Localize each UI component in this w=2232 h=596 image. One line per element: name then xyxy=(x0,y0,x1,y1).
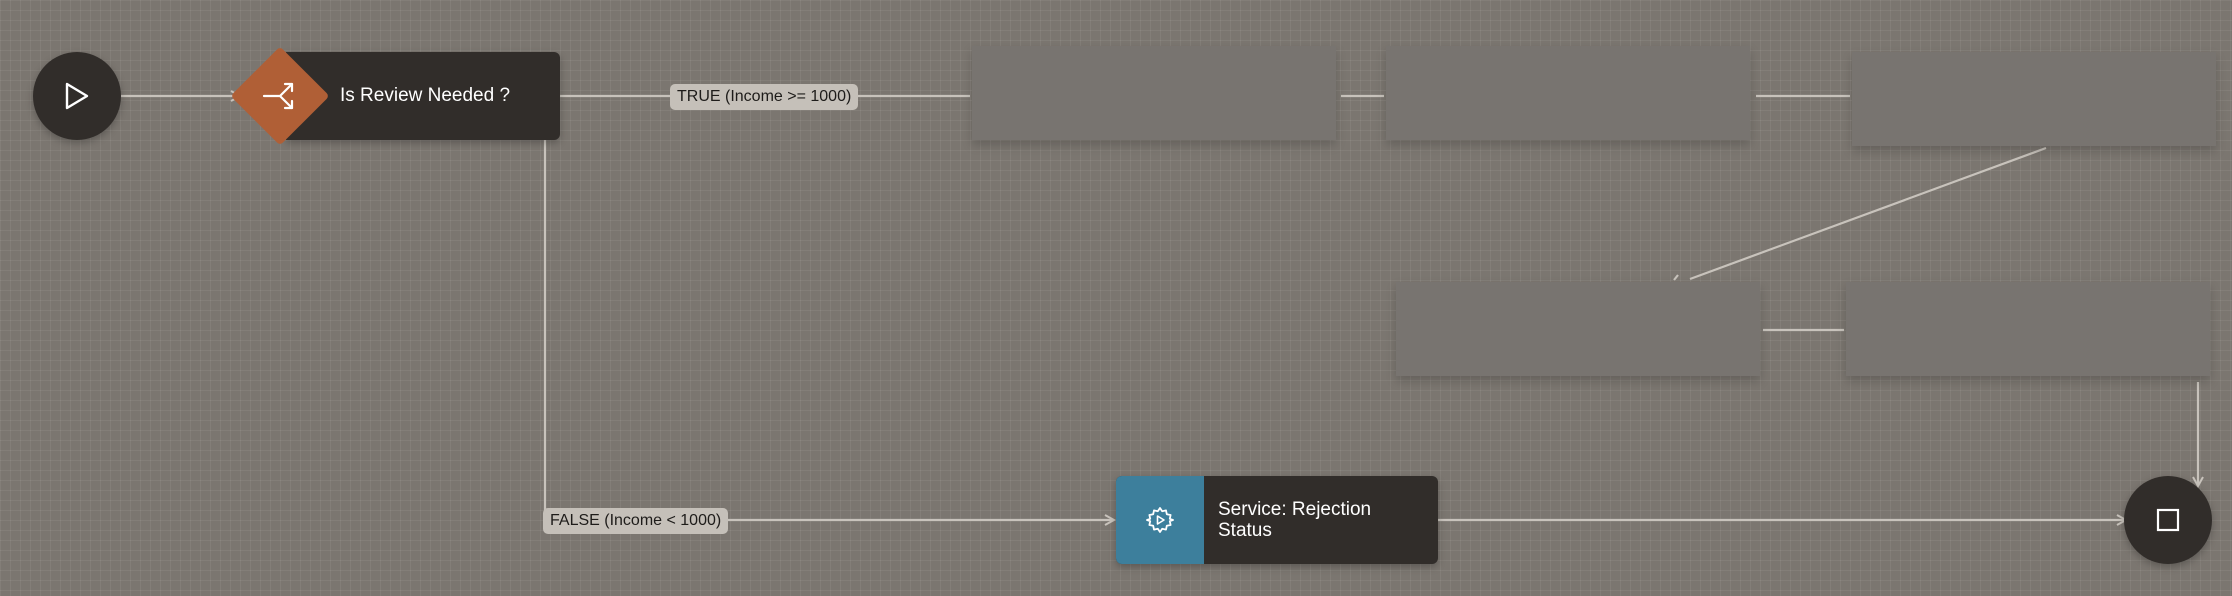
process-canvas[interactable]: Is Review Needed ? TRUE (Income >= 1000)… xyxy=(0,0,2232,596)
start-event-node[interactable] xyxy=(33,52,121,140)
branch-icon xyxy=(262,82,294,110)
gateway-label: Is Review Needed ? xyxy=(340,85,511,106)
faded-node xyxy=(1852,52,2216,146)
play-icon xyxy=(65,82,89,110)
faded-node xyxy=(1386,46,1750,140)
service-task-node[interactable]: Service: Rejection Status xyxy=(1116,476,1438,564)
edge-label-true[interactable]: TRUE (Income >= 1000) xyxy=(670,84,859,110)
edge-gateway-false[interactable] xyxy=(543,140,1114,520)
service-icon-box xyxy=(1116,476,1204,564)
service-task-label: Service: Rejection Status xyxy=(1218,499,1372,541)
gateway-node[interactable]: Is Review Needed ? xyxy=(230,46,560,146)
edge-label-false[interactable]: FALSE (Income < 1000) xyxy=(543,508,729,534)
gear-icon xyxy=(1146,507,1174,533)
edge-hidden-stub xyxy=(1673,274,1679,281)
stop-square-icon xyxy=(2156,508,2180,532)
faded-node xyxy=(1396,282,1760,376)
faded-node xyxy=(972,46,1336,140)
edge-hidden-3-to-4[interactable] xyxy=(1689,146,2047,281)
faded-node xyxy=(1846,282,2210,376)
end-event-node[interactable] xyxy=(2124,476,2212,564)
